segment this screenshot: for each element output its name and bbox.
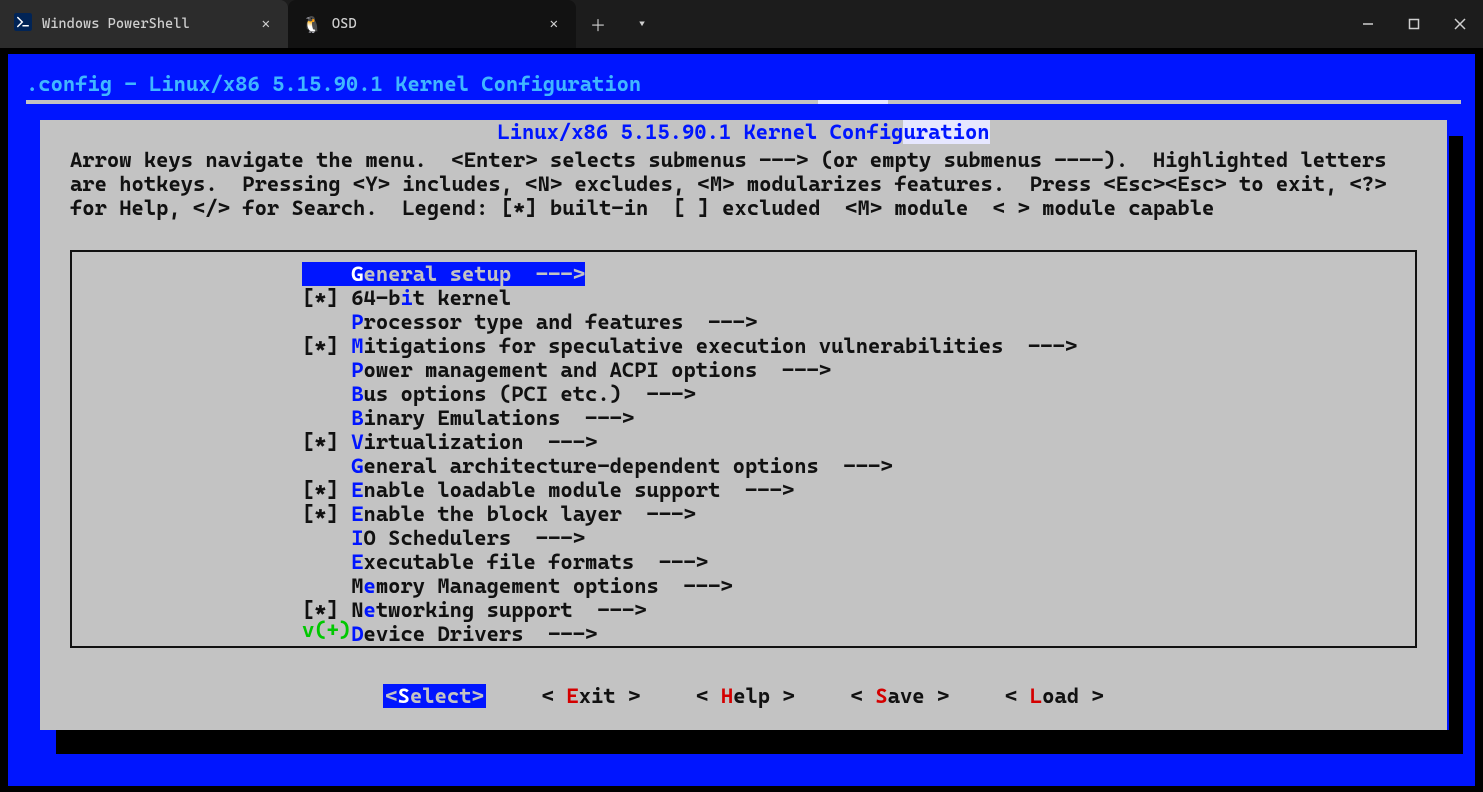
- menu-item[interactable]: General setup --->: [302, 262, 585, 286]
- menu-item[interactable]: Bus options (PCI etc.) --->: [302, 382, 1077, 406]
- action-button-row: <Select> < Exit > < Help > < Save > < Load >: [42, 684, 1445, 708]
- tab-osd[interactable]: 🐧 OSD ✕: [288, 0, 576, 48]
- menu-item[interactable]: [*] Enable the block layer --->: [302, 502, 1077, 526]
- window-close-button[interactable]: [1437, 0, 1483, 48]
- title-separator-highlight: [818, 100, 888, 104]
- action-button[interactable]: <Select>: [383, 684, 485, 708]
- menu-item[interactable]: General architecture-dependent options -…: [302, 454, 1077, 478]
- powershell-icon: [14, 13, 32, 35]
- tab-label: Windows PowerShell: [42, 16, 190, 32]
- panel-title: Linux/x86 5.15.90.1 Kernel Configuration: [42, 120, 1445, 144]
- menu-item[interactable]: Memory Management options --->: [302, 574, 1077, 598]
- terminal-area: .config - Linux/x86 5.15.90.1 Kernel Con…: [0, 48, 1483, 792]
- menu-list-box: General setup --->[*] 64-bit kernel Proc…: [70, 250, 1417, 648]
- menu-item[interactable]: [*] 64-bit kernel: [302, 286, 1077, 310]
- action-button[interactable]: < Load >: [1005, 684, 1103, 708]
- menuconfig-background: .config - Linux/x86 5.15.90.1 Kernel Con…: [8, 54, 1475, 786]
- menu-item[interactable]: IO Schedulers --->: [302, 526, 1077, 550]
- panel-shadow-right: [1449, 136, 1463, 754]
- menu-item[interactable]: Executable file formats --->: [302, 550, 1077, 574]
- menu-item[interactable]: Binary Emulations --->: [302, 406, 1077, 430]
- new-tab-button[interactable]: ＋: [576, 0, 620, 48]
- main-panel: Linux/x86 5.15.90.1 Kernel Configuration…: [40, 120, 1447, 730]
- tab-close-button[interactable]: ✕: [258, 12, 274, 36]
- menu-item[interactable]: [*] Networking support --->: [302, 598, 1077, 622]
- menu-list: General setup --->[*] 64-bit kernel Proc…: [302, 262, 1077, 646]
- minimize-button[interactable]: [1345, 0, 1391, 48]
- tux-icon: 🐧: [302, 15, 322, 34]
- action-button[interactable]: < Save >: [851, 684, 949, 708]
- help-text: Arrow keys navigate the menu. <Enter> se…: [70, 148, 1417, 220]
- tab-close-button[interactable]: ✕: [546, 12, 562, 36]
- menu-item[interactable]: [*] Mitigations for speculative executio…: [302, 334, 1077, 358]
- tab-powershell[interactable]: Windows PowerShell ✕: [0, 0, 288, 48]
- panel-shadow-bottom: [56, 730, 1463, 754]
- menu-item[interactable]: [*] Virtualization --->: [302, 430, 1077, 454]
- more-indicator: v(+): [302, 618, 351, 642]
- menu-item[interactable]: Processor type and features --->: [302, 310, 1077, 334]
- action-button[interactable]: < Help >: [696, 684, 794, 708]
- title-separator: [26, 100, 1461, 104]
- menu-item[interactable]: Power management and ACPI options --->: [302, 358, 1077, 382]
- menu-item[interactable]: Device Drivers --->: [302, 622, 1077, 646]
- tab-dropdown-button[interactable]: ▾: [620, 0, 664, 48]
- window-titlebar: Windows PowerShell ✕ 🐧 OSD ✕ ＋ ▾: [0, 0, 1483, 48]
- menu-item[interactable]: [*] Enable loadable module support --->: [302, 478, 1077, 502]
- tab-label: OSD: [332, 16, 357, 32]
- action-button[interactable]: < Exit >: [542, 684, 640, 708]
- config-path-title: .config - Linux/x86 5.15.90.1 Kernel Con…: [26, 72, 641, 96]
- maximize-button[interactable]: [1391, 0, 1437, 48]
